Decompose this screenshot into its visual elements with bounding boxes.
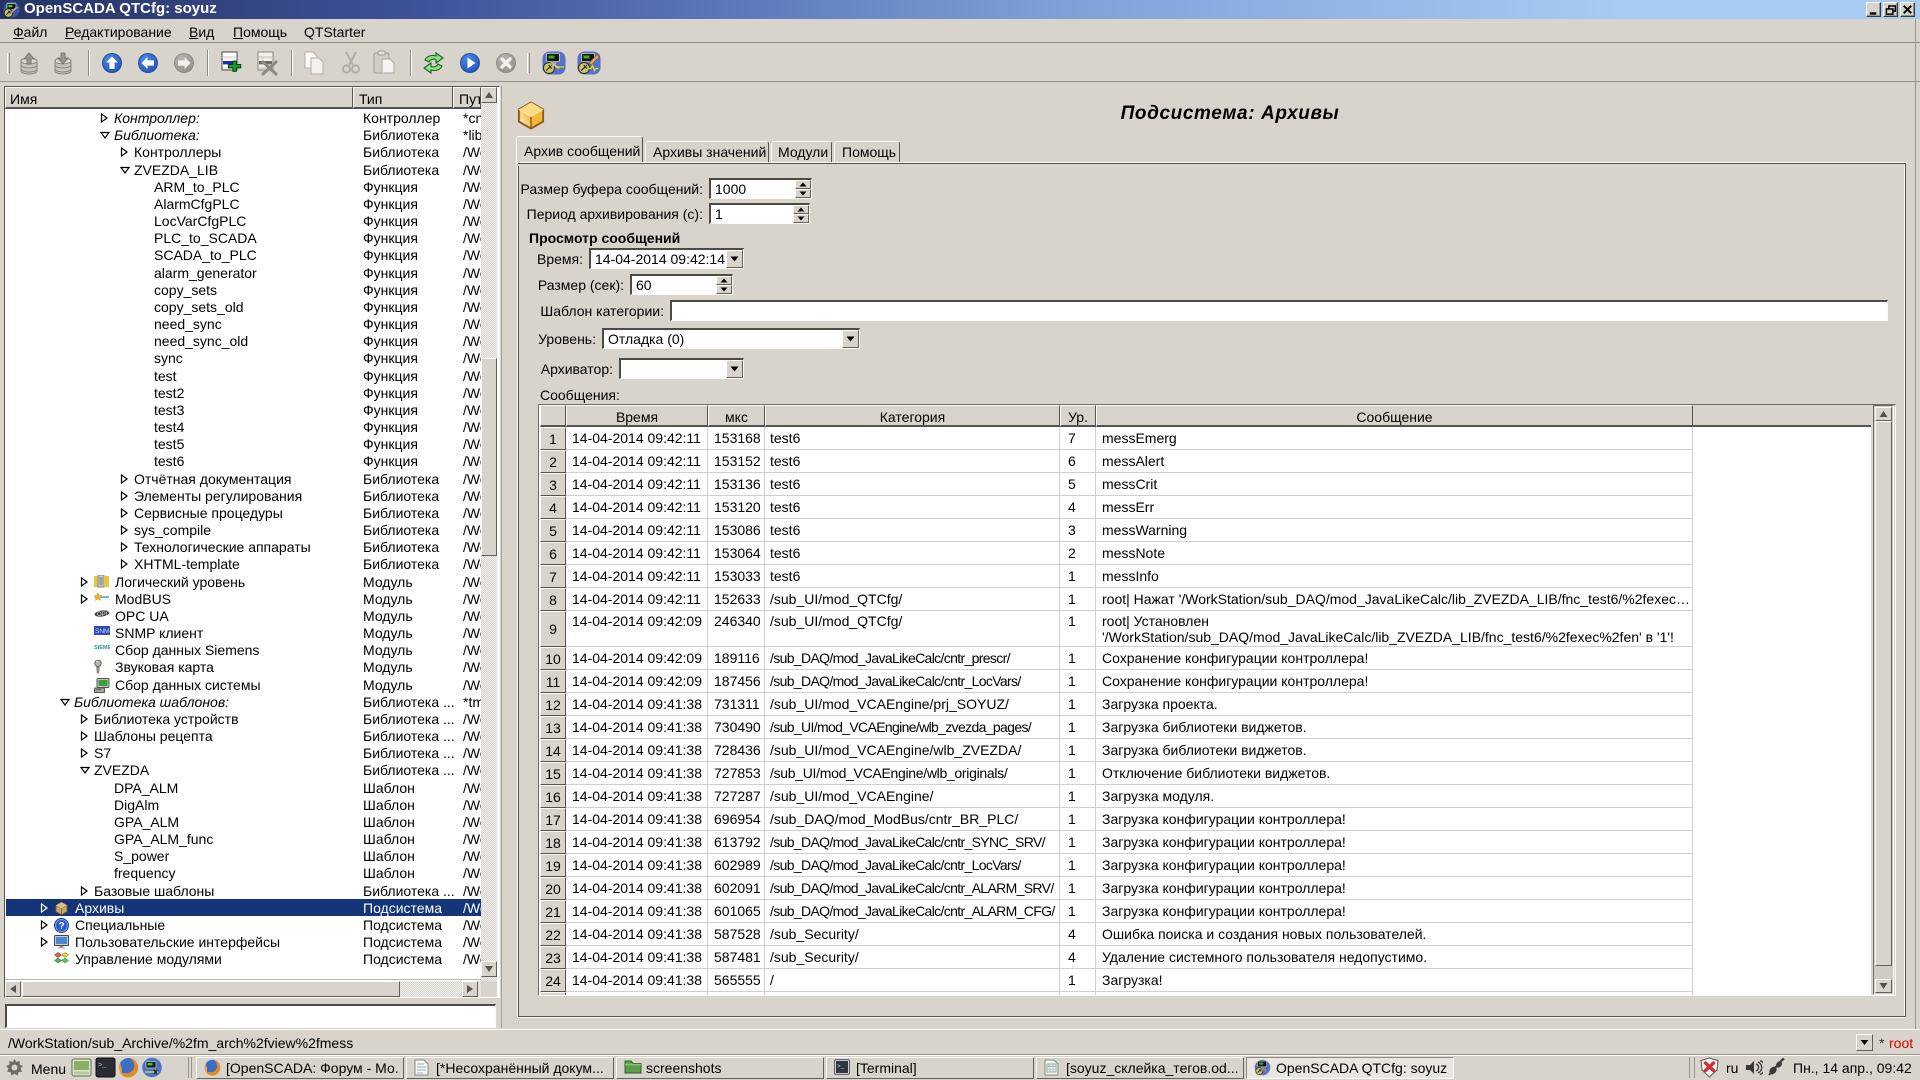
svg-text:SNMP: SNMP bbox=[95, 628, 110, 635]
svg-text:>_: >_ bbox=[837, 1063, 845, 1070]
svg-text:?: ? bbox=[59, 921, 65, 932]
svg-text:SIEMENS: SIEMENS bbox=[94, 645, 110, 650]
svg-text:>_: >_ bbox=[98, 1062, 107, 1070]
svg-text:OPC: OPC bbox=[97, 612, 110, 618]
